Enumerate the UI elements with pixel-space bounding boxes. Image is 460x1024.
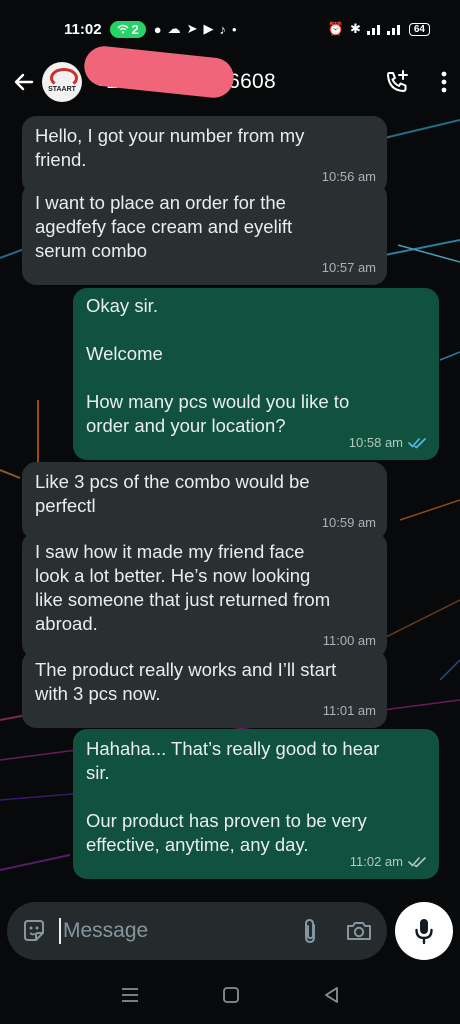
message-meta: 11:01 am <box>323 699 376 723</box>
square-icon <box>223 987 239 1003</box>
kebab-menu-icon <box>441 71 447 93</box>
message-bubble-incoming[interactable]: I want to place an order for the agedfef… <box>22 183 387 285</box>
message-time: 11:01 am <box>322 703 376 718</box>
contact-avatar[interactable]: STAART <box>42 62 82 102</box>
message-bubble-incoming[interactable]: The product really works and I’ll start … <box>22 650 387 728</box>
message-bubble-incoming[interactable]: I saw how it made my friend face look a … <box>22 532 387 658</box>
home-button[interactable] <box>222 986 240 1004</box>
contact-name[interactable]: +23 64 6608 <box>82 44 276 100</box>
message-time: 10:57 am <box>321 260 376 275</box>
message-text: Okay sir. Welcome How many pcs would you… <box>86 295 350 436</box>
message-meta: 10:57 am <box>322 256 376 280</box>
message-time: 10:58 am <box>348 435 403 450</box>
camera-icon <box>347 922 371 940</box>
system-icons: ⏰ ✱ 64 <box>328 21 430 37</box>
battery-icon: 64 <box>408 22 430 36</box>
hotspot-badge: 2 <box>109 20 146 38</box>
microphone-icon <box>415 919 433 945</box>
wifi-hotspot-icon <box>117 24 129 34</box>
telegram-icon: ➤ <box>186 21 198 36</box>
composer-actions <box>301 917 373 945</box>
add-call-button[interactable] <box>384 69 410 95</box>
header-actions <box>384 69 448 95</box>
triangle-back-icon <box>324 987 338 1003</box>
back-button[interactable] <box>8 66 40 98</box>
message-composer <box>7 902 387 960</box>
message-text: I saw how it made my friend face look a … <box>35 541 331 634</box>
attach-button[interactable] <box>301 917 319 945</box>
sticker-icon <box>24 920 44 941</box>
hotspot-count: 2 <box>131 21 139 37</box>
message-input[interactable] <box>59 918 275 944</box>
delivered-ticks-icon <box>408 857 426 868</box>
paperclip-icon <box>305 918 315 944</box>
message-time: 11:02 am <box>349 854 403 869</box>
status-bar: 11:02 2 ● ☁ ➤ ▶ ♪ • ⏰ ✱ 64 <box>0 0 460 58</box>
read-ticks-icon <box>408 438 426 449</box>
cloud-icon: ☁ <box>167 21 181 36</box>
bluetooth-icon: ✱ <box>349 21 361 36</box>
message-bubble-outgoing[interactable]: Hahaha... That’s really good to hear sir… <box>73 729 439 879</box>
message-meta: 10:58 am <box>349 431 428 455</box>
chat-notification-icon: ● <box>153 21 162 37</box>
nav-back-button[interactable] <box>323 986 339 1004</box>
dot-icon: • <box>232 21 237 37</box>
message-bubble-incoming[interactable]: Like 3 pcs of the combo would be perfect… <box>22 462 387 540</box>
youtube-icon: ▶ <box>203 21 214 36</box>
signal-icon <box>366 25 400 35</box>
message-bubble-outgoing[interactable]: Okay sir. Welcome How many pcs would you… <box>73 288 439 460</box>
alarm-icon: ⏰ <box>327 21 344 36</box>
voice-message-button[interactable] <box>395 902 453 960</box>
logo-mark <box>50 68 78 88</box>
message-text: Hahaha... That’s really good to hear sir… <box>86 738 380 855</box>
status-time: 11:02 <box>64 20 102 38</box>
notification-icons: ● ☁ ➤ ▶ ♪ • <box>154 21 237 37</box>
menu-lines-icon <box>122 988 139 1002</box>
system-navigation-bar <box>0 966 460 1024</box>
phone-plus-icon <box>387 70 408 92</box>
chat-header: STAART +23 64 6608 <box>0 44 460 106</box>
more-options-button[interactable] <box>440 70 448 94</box>
recents-button[interactable] <box>121 987 139 1003</box>
sticker-button[interactable] <box>21 918 47 944</box>
message-meta: 11:02 am <box>350 850 428 874</box>
camera-button[interactable] <box>345 919 373 943</box>
arrow-left-icon <box>14 73 34 91</box>
message-text: I want to place an order for the agedfef… <box>35 192 293 261</box>
tiktok-icon: ♪ <box>219 21 227 37</box>
